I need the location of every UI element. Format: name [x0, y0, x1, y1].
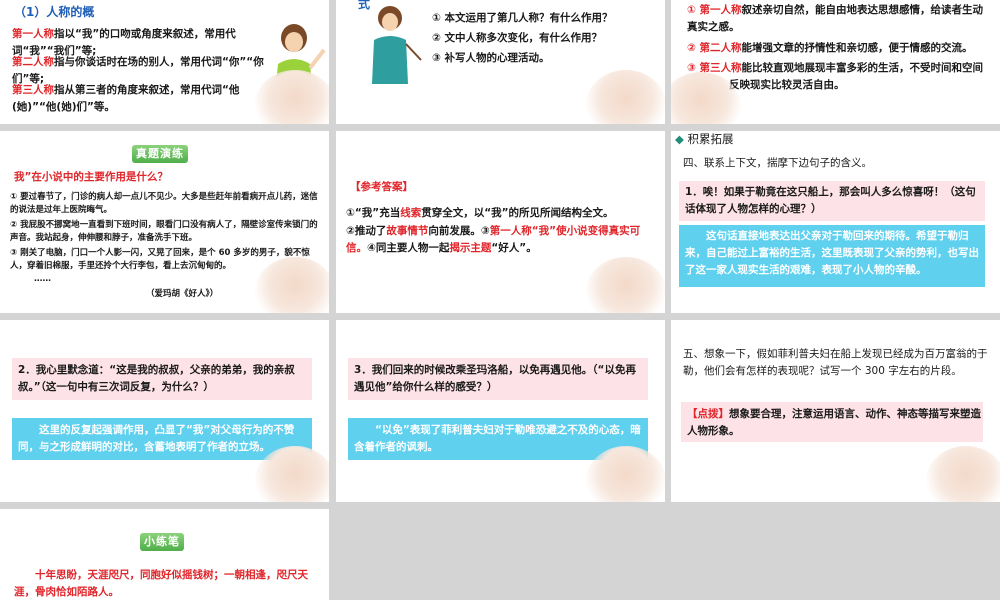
decorative-watermark [586, 70, 665, 124]
question-text: 2．我心里默念道：“这是我的叔叔，父亲的弟弟，我的亲叔叔。”（这一句中有三次词反… [18, 364, 295, 393]
question-1: ① 本文运用了第几人称？有什么作用？ [432, 12, 613, 24]
practice-question: 我”在小说中的主要作用是什么？ [14, 171, 168, 183]
answer-text: “以免”表现了菲利普夫妇对于勒唯恐避之不及的心态，暗含着作者的讽刺。 [354, 424, 641, 453]
task-instruction: 四、联系上下文，揣摩下边句子的含义。 [683, 157, 872, 169]
slide-heading: （1）人称的概 [14, 5, 95, 19]
answer-line-1: ①“我”充当线索贯穿全文，以“我”的所见所闻结构全文。 [346, 207, 614, 219]
slide-person-concept[interactable]: （1）人称的概 第一人称指以“我”的口吻或角度来叙述，常用代词“我”“我们”等;… [0, 0, 329, 124]
slide-questions[interactable]: 式 ① 本文运用了第几人称？有什么作用？ ② 文中人称多次变化，有什么作用？ ③… [336, 0, 665, 124]
slide-reference-answer[interactable]: 【参考答案】 ①“我”充当线索贯穿全文，以“我”的所见所闻结构全文。 ②推动了故… [336, 131, 665, 313]
task-instruction: 五、想象一下，假如菲利普夫妇在船上发现已经成为百万富翁的于勒，他们会有怎样的表现… [683, 348, 988, 377]
slide-imagination-task[interactable]: 五、想象一下，假如菲利普夫妇在船上发现已经成为百万富翁的于勒，他们会有怎样的表现… [671, 320, 1000, 502]
slide-avoid-question[interactable]: 3．我们回来的时候改乘圣玛洛船，以免再遇见他。（“以免再遇见他”给你什么样的感受… [336, 320, 665, 502]
effect-first-person: ① 第一人称叙述亲切自然，能自由地表达思想感情，给读者生动真实之感。 [687, 4, 984, 33]
effect-second-person: ② 第二人称能增强文章的抒情性和亲切感，便于情感的交流。 [687, 42, 973, 54]
tip-text: 【点拨】想象要合理，注意运用语言、动作、神态等描写来塑造人物形象。 [687, 408, 981, 437]
answer-text: 这里的反复起强调作用，凸显了“我”对父母行为的不赞同，与之形成鲜明的对比，含蓄地… [18, 424, 295, 453]
reading-paragraph: ② 我屁股不挪窝地一直看到下班时间，眼看门口没有病人了，隔壁诊室传来锁门的声音。… [10, 220, 318, 243]
decorative-watermark [586, 257, 665, 313]
question-3: ③ 补写人物的心理活动。 [432, 52, 550, 64]
section-tag: ◆ 积累拓展 [675, 132, 734, 146]
writing-badge: 小练笔 [140, 533, 184, 551]
answer-line-2: ②推动了故事情节向前发展。③第一人称“我”使小说变得真实可信。④同主要人物一起揭… [346, 225, 641, 254]
slide-repetition-question[interactable]: 2．我心里默念道：“这是我的叔叔，父亲的弟弟，我的亲叔叔。”（这一句中有三次词反… [0, 320, 329, 502]
definition-third-person: 第三人称指从第三者的角度来叙述，常用代词“他(她)”“他(她)们”等。 [12, 84, 240, 113]
slide-person-effects[interactable]: ① 第一人称叙述亲切自然，能自由地表达思想感情，给读者生动真实之感。 ② 第二人… [671, 0, 1000, 124]
question-text: 1．唉！如果于勒竟在这只船上，那会叫人多么惊喜呀！（这句话体现了人物怎样的心理？… [685, 186, 976, 215]
question-text: 3．我们回来的时候改乘圣玛洛船，以免再遇见他。（“以免再遇见他”给你什么样的感受… [354, 364, 636, 393]
diamond-icon: ◆ [675, 132, 684, 146]
decorative-watermark [586, 446, 665, 502]
slide-accumulation[interactable]: ◆ 积累拓展 四、联系上下文，揣摩下边句子的含义。 1．唉！如果于勒竟在这只船上… [671, 131, 1000, 313]
answer-label: 【参考答案】 [350, 181, 413, 193]
question-2: ② 文中人称多次变化，有什么作用？ [432, 32, 603, 44]
reading-source: （爱玛胡《好人》） [146, 289, 219, 299]
answer-text: 这句话直接地表达出父亲对于勒回来的期待。希望于勒归来，自己能过上富裕的生活，这里… [685, 230, 979, 276]
slide-writing-practice[interactable]: 小练笔 十年思盼，天涯咫尺，同胞好似摇钱树；一朝相逢，咫尺天涯，骨肉恰如陌路人。 [0, 509, 329, 600]
reading-ellipsis: …… [34, 274, 51, 284]
reading-paragraph: ① 要过春节了，门诊的病人却一点儿不见少。大多是些赶年前看病开点儿药，迷信的说法… [10, 192, 318, 215]
slide-practice-reading[interactable]: 真题演练 我”在小说中的主要作用是什么？ ① 要过春节了，门诊的病人却一点儿不见… [0, 131, 329, 313]
decorative-watermark [926, 446, 1000, 502]
writing-text: 十年思盼，天涯咫尺，同胞好似摇钱树；一朝相逢，咫尺天涯，骨肉恰如陌路人。 [14, 569, 308, 598]
practice-badge: 真题演练 [132, 145, 188, 163]
teacher-illustration [372, 6, 422, 84]
